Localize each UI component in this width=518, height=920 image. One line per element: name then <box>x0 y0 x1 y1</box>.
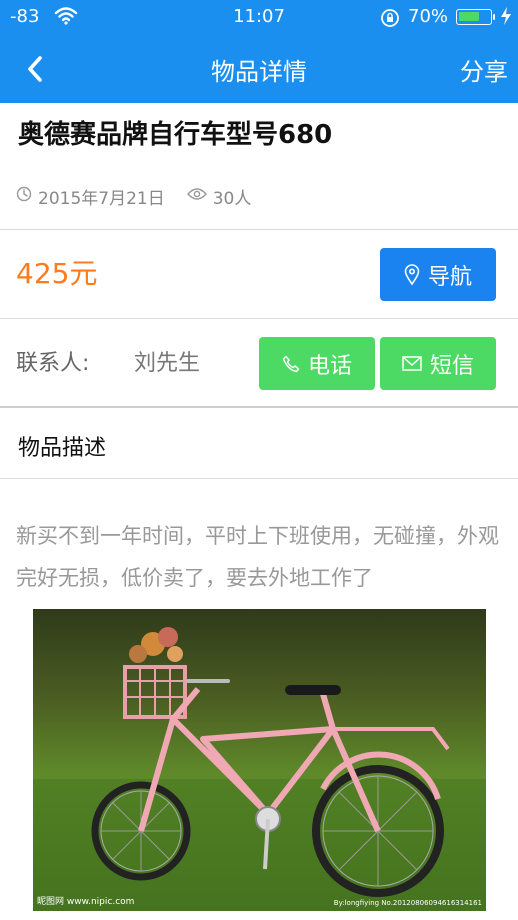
share-button[interactable]: 分享 <box>460 52 508 87</box>
battery-tip <box>493 14 495 20</box>
location-pin-icon <box>404 263 420 286</box>
battery-icon <box>456 9 492 25</box>
charging-icon <box>500 7 512 29</box>
battery-percent: 70% <box>408 6 449 27</box>
photo-watermark-right: By:longfiying No.20120806094616314161 <box>333 899 482 907</box>
item-detail-screen: -83 11:07 70% 物品详情 分享 奥德赛品牌自行车型号680 2015… <box>0 0 518 920</box>
battery-level-fill <box>459 12 479 21</box>
call-button[interactable]: 电话 <box>259 337 375 390</box>
photo-watermark-left: 昵图网 www.nipic.com <box>37 897 135 907</box>
section-divider <box>0 406 518 408</box>
header: -83 11:07 70% 物品详情 分享 <box>0 0 518 103</box>
phone-icon <box>282 355 300 373</box>
call-label: 电话 <box>307 353 352 379</box>
clock-icon <box>16 186 32 207</box>
bicycle-photo <box>33 609 486 911</box>
description-heading: 物品描述 <box>18 436 107 461</box>
page-title: 物品详情 <box>211 58 307 86</box>
item-title: 奥德赛品牌自行车型号680 <box>18 120 333 150</box>
divider <box>0 318 518 319</box>
navigate-label: 导航 <box>427 264 472 290</box>
view-count: 30人 <box>186 184 252 209</box>
item-photo[interactable]: 昵图网 www.nipic.com By:longfiying No.20120… <box>33 609 486 911</box>
contact-name: 刘先生 <box>134 351 201 376</box>
mail-icon <box>402 356 422 371</box>
sms-button[interactable]: 短信 <box>380 337 496 390</box>
divider <box>0 229 518 230</box>
description-text: 新买不到一年时间，平时上下班使用，无碰撞，外观完好无损，低价卖了，要去外地工作了 <box>16 524 499 590</box>
navigate-button[interactable]: 导航 <box>380 248 496 301</box>
rotation-lock-icon <box>380 8 400 32</box>
status-bar: -83 11:07 70% <box>0 0 518 34</box>
sms-label: 短信 <box>429 353 474 379</box>
view-count-text: 30人 <box>212 188 252 209</box>
post-date: 2015年7月21日 <box>38 188 165 209</box>
eye-icon <box>186 186 207 206</box>
divider <box>0 478 518 479</box>
contact-label: 联系人: <box>16 351 90 376</box>
item-price: 425元 <box>16 257 98 290</box>
item-meta: 2015年7月21日 30人 <box>16 184 252 209</box>
navigation-bar: 物品详情 分享 <box>0 34 518 103</box>
